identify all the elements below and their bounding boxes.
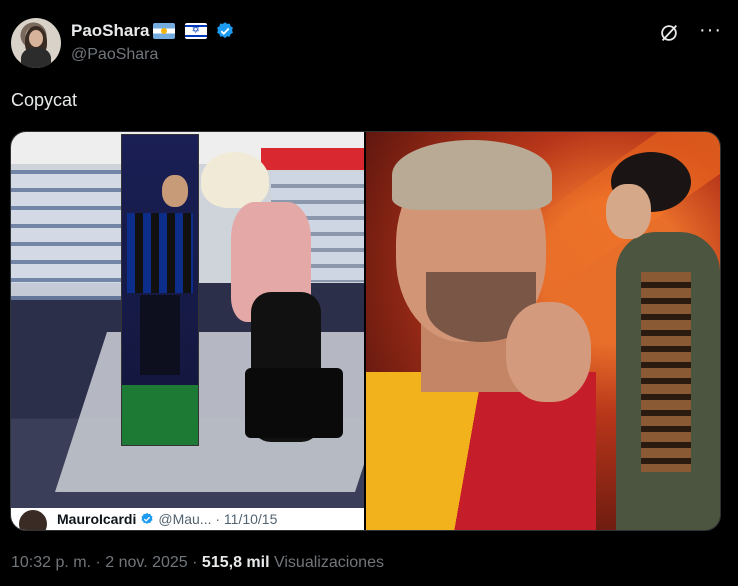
tweet-date[interactable]: 2 nov. 2025: [105, 554, 187, 571]
tweet-text: Copycat: [11, 90, 78, 110]
views-label: Visualizaciones: [269, 554, 384, 571]
views-count[interactable]: 515,8 mil: [202, 554, 270, 571]
avatar-body: [21, 48, 51, 68]
man-fist: [506, 302, 591, 402]
media-grid[interactable]: MauroIcardi @Mau... · 11/10/15: [10, 131, 721, 531]
flag-argentina-icon: [153, 23, 176, 39]
quoted-name: MauroIcardi: [57, 511, 137, 527]
tweet-time[interactable]: 10:32 p. m.: [11, 554, 91, 571]
woman-hair: [201, 152, 269, 208]
media-image-left[interactable]: MauroIcardi @Mau... · 11/10/15: [11, 132, 364, 530]
quoted-handle-date: @Mau... · 11/10/15: [158, 511, 278, 527]
author-display-name[interactable]: PaoShara: [71, 21, 149, 41]
store-sign: [261, 148, 364, 170]
flag-israel-icon: [185, 23, 208, 39]
verified-badge-icon[interactable]: [215, 21, 235, 41]
avatar-face: [29, 30, 43, 47]
meta-separator: ·: [187, 554, 202, 571]
woman-face: [606, 184, 651, 239]
quoted-tweet-caption[interactable]: MauroIcardi @Mau... · 11/10/15: [11, 508, 364, 530]
cutout-jersey: [127, 213, 193, 293]
woman-scarf: [641, 272, 691, 472]
cutout-base: [122, 385, 198, 445]
media-image-right[interactable]: [366, 132, 720, 530]
meta-separator: ·: [91, 554, 106, 571]
author-handle[interactable]: @PaoShara: [71, 46, 158, 64]
grok-icon[interactable]: [658, 22, 680, 44]
cutout-legs: [140, 295, 180, 375]
tweet-meta: 10:32 p. m. · 2 nov. 2025 · 515,8 mil Vi…: [11, 554, 384, 572]
quoted-avatar: [17, 508, 49, 530]
author-avatar[interactable]: [11, 18, 61, 68]
verified-badge-icon: [141, 512, 153, 524]
player-cutout: [121, 134, 199, 446]
author-name-row: PaoShara: [71, 21, 235, 41]
more-icon[interactable]: ···: [699, 20, 722, 40]
store-shelf: [11, 170, 121, 300]
cutout-head: [162, 175, 188, 207]
tweet-header: PaoShara @PaoShara ···: [11, 18, 722, 70]
man-hair: [392, 140, 552, 210]
handbag: [245, 368, 343, 438]
